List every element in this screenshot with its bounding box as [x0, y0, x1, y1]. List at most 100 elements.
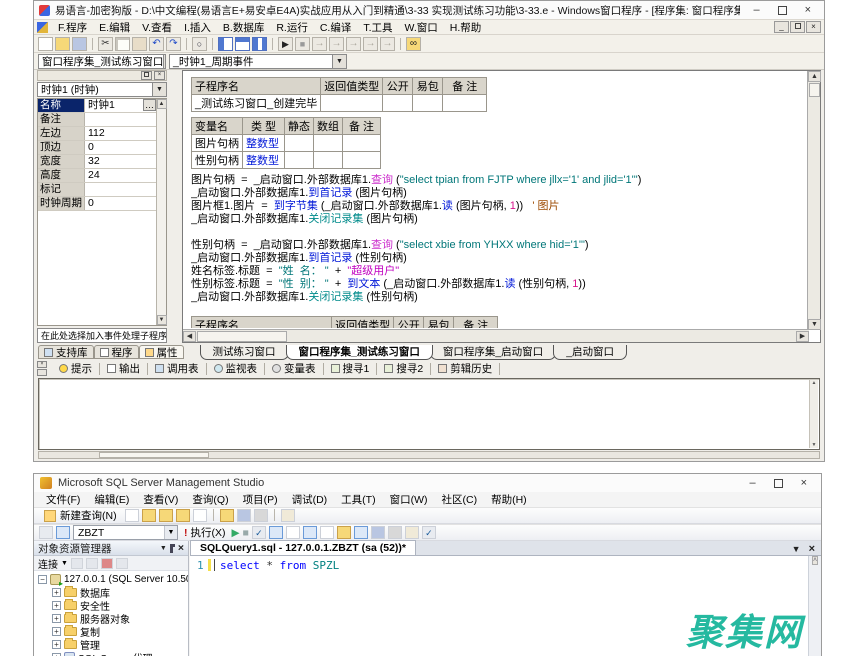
- ssms-menu-item[interactable]: 帮助(H): [484, 492, 534, 507]
- sql-code-line[interactable]: select * from SPZL: [220, 559, 339, 572]
- output-horizontal-scrollbar[interactable]: [38, 451, 820, 459]
- ssms-menu-item[interactable]: 调试(D): [285, 492, 335, 507]
- panel-tab-program[interactable]: 程序: [94, 345, 139, 359]
- save-icon[interactable]: [237, 509, 251, 522]
- copy-icon[interactable]: [115, 37, 130, 51]
- scroll-up-icon[interactable]: ▲: [810, 380, 818, 386]
- expand-icon[interactable]: +: [52, 627, 61, 636]
- panel-tab-property[interactable]: 属性: [139, 345, 184, 359]
- execute-button[interactable]: ! 执行(X): [181, 525, 229, 540]
- scroll-up-icon[interactable]: ▲: [157, 99, 167, 109]
- code-line[interactable]: 图片句柄 = _启动窗口.外部数据库1.查询 ("select tpian fr…: [191, 174, 799, 187]
- expand-icon[interactable]: +: [52, 601, 61, 610]
- mdi-close-icon[interactable]: ×: [806, 21, 821, 33]
- refresh-icon[interactable]: [71, 558, 83, 569]
- output-tab-search2[interactable]: 搜寻2: [377, 363, 431, 375]
- panel-dock-icon[interactable]: [37, 369, 47, 376]
- elang-menu-item[interactable]: B.数据库: [217, 20, 270, 35]
- code-line[interactable]: [191, 226, 799, 239]
- open-a-icon[interactable]: [142, 509, 156, 522]
- output-tab-calls[interactable]: 调用表: [148, 363, 207, 375]
- editor-vertical-scrollbar[interactable]: ˄: [808, 556, 821, 656]
- elang-menu-item[interactable]: W.窗口: [399, 20, 444, 35]
- scrollbar-thumb[interactable]: [99, 452, 209, 458]
- collapse-icon[interactable]: −: [38, 575, 47, 584]
- expand-icon[interactable]: +: [52, 588, 61, 597]
- mdi-restore-icon[interactable]: [790, 21, 805, 33]
- code-editor[interactable]: 子程序名返回值类型公开易包备 注_测试练习窗口_创建完毕变量名类 型静态数组备 …: [182, 70, 821, 343]
- scrollbar-thumb[interactable]: [809, 83, 820, 97]
- code-line[interactable]: 姓名标签.标题 = "姓 名： " + "超级用户": [191, 265, 799, 278]
- output-tab-history[interactable]: 剪辑历史: [431, 363, 500, 375]
- close-icon[interactable]: ×: [178, 542, 184, 554]
- code-line[interactable]: _启动窗口.外部数据库1.关闭记录集 (性别句柄): [191, 291, 799, 304]
- pin-icon[interactable]: [170, 544, 175, 553]
- paste-icon[interactable]: [132, 37, 147, 51]
- window-position-icon[interactable]: ▼: [160, 545, 167, 552]
- panel-tab-library[interactable]: 支持库: [38, 345, 94, 359]
- minimize-icon[interactable]: –: [753, 4, 759, 16]
- debug1-icon[interactable]: [312, 37, 327, 51]
- close-icon[interactable]: ×: [809, 543, 815, 555]
- debug3-icon[interactable]: [346, 37, 361, 51]
- mail-icon[interactable]: [405, 526, 419, 539]
- property-value[interactable]: 112: [85, 127, 156, 140]
- code-line[interactable]: 性别句柄 = _启动窗口.外部数据库1.查询 ("select xbie fro…: [191, 239, 799, 252]
- code-editor-vertical-scrollbar[interactable]: ▲ ▼: [807, 71, 820, 330]
- elang-titlebar[interactable]: 易语言-加密狗版 - D:\中文编程(易语言E+易安卓E4A)实战应用从入门到精…: [34, 1, 824, 19]
- elang-menu-item[interactable]: V.查看: [136, 20, 178, 35]
- output-tab-hint[interactable]: 提示: [52, 363, 100, 375]
- cut-icon[interactable]: [98, 37, 113, 51]
- check-icon[interactable]: [252, 526, 266, 539]
- scroll-down-icon[interactable]: ▼: [808, 319, 821, 330]
- output-vertical-scrollbar[interactable]: ▲ ▼: [809, 380, 818, 448]
- close-icon[interactable]: ×: [805, 4, 811, 16]
- open-b-icon[interactable]: [159, 509, 173, 522]
- ssms-menu-item[interactable]: 查询(Q): [185, 492, 235, 507]
- ellipsis-button[interactable]: …: [143, 99, 156, 111]
- open-c-icon[interactable]: [176, 509, 190, 522]
- ssms-menu-item[interactable]: 文件(F): [39, 492, 87, 507]
- boxed-icon[interactable]: [269, 526, 283, 539]
- redo-icon[interactable]: [166, 37, 181, 51]
- open-icon[interactable]: [55, 37, 70, 51]
- panel-close-icon[interactable]: ×: [154, 71, 165, 80]
- elang-menu-item[interactable]: T.工具: [357, 20, 398, 35]
- component-selector-combo[interactable]: 时钟1 (时钟) ▼: [37, 82, 167, 97]
- save-icon[interactable]: [371, 526, 385, 539]
- code-line[interactable]: 性别标签.标题 = "性 别： " + 到文本 (_启动窗口.外部数据库1.读 …: [191, 278, 799, 291]
- ssms-menu-item[interactable]: 社区(C): [435, 492, 485, 507]
- panel-restore-icon[interactable]: [141, 71, 152, 80]
- scroll-up-icon[interactable]: ˄: [812, 556, 818, 565]
- mdi-minimize-icon[interactable]: _: [774, 21, 789, 33]
- database-combo[interactable]: ZBZT ▼: [73, 525, 178, 540]
- tree-node[interactable]: +数据库: [34, 586, 188, 599]
- document-tab[interactable]: 窗口程序集_测试练习窗口: [286, 345, 433, 360]
- stop-icon[interactable]: [295, 37, 310, 51]
- output-tab-watch[interactable]: 监视表: [207, 363, 266, 375]
- mail-icon[interactable]: [281, 509, 295, 522]
- chevron-down-icon[interactable]: ▼: [152, 83, 166, 96]
- minimize-icon[interactable]: –: [749, 477, 755, 489]
- elang-menu-item[interactable]: R.运行: [270, 20, 314, 35]
- code-line[interactable]: _启动窗口.外部数据库1.关闭记录集 (图片句柄): [191, 213, 799, 226]
- scrollbar-thumb[interactable]: [197, 331, 287, 342]
- property-value[interactable]: 24: [85, 169, 156, 182]
- page-icon[interactable]: [286, 526, 300, 539]
- stop-icon[interactable]: [101, 558, 113, 569]
- new-icon[interactable]: [38, 37, 53, 51]
- ssms-titlebar[interactable]: Microsoft SQL Server Management Studio –…: [34, 474, 821, 492]
- expand-icon[interactable]: +: [52, 640, 61, 649]
- debug2-icon[interactable]: [329, 37, 344, 51]
- property-grid-scrollbar[interactable]: ▲ ▼: [156, 99, 166, 325]
- find-in-files-icon[interactable]: [406, 37, 421, 51]
- print-icon[interactable]: [388, 526, 402, 539]
- tab-list-icon[interactable]: ▼: [792, 544, 801, 554]
- output-tab-vars[interactable]: 变量表: [265, 363, 324, 375]
- filter-icon[interactable]: [116, 558, 128, 569]
- find-icon[interactable]: [192, 37, 207, 51]
- change-connection-icon[interactable]: [56, 526, 70, 539]
- scroll-right-icon[interactable]: ▶: [796, 331, 809, 342]
- code-line[interactable]: _启动窗口.外部数据库1.到首记录 (图片句柄): [191, 187, 799, 200]
- debug-play-icon[interactable]: ▶: [232, 527, 240, 539]
